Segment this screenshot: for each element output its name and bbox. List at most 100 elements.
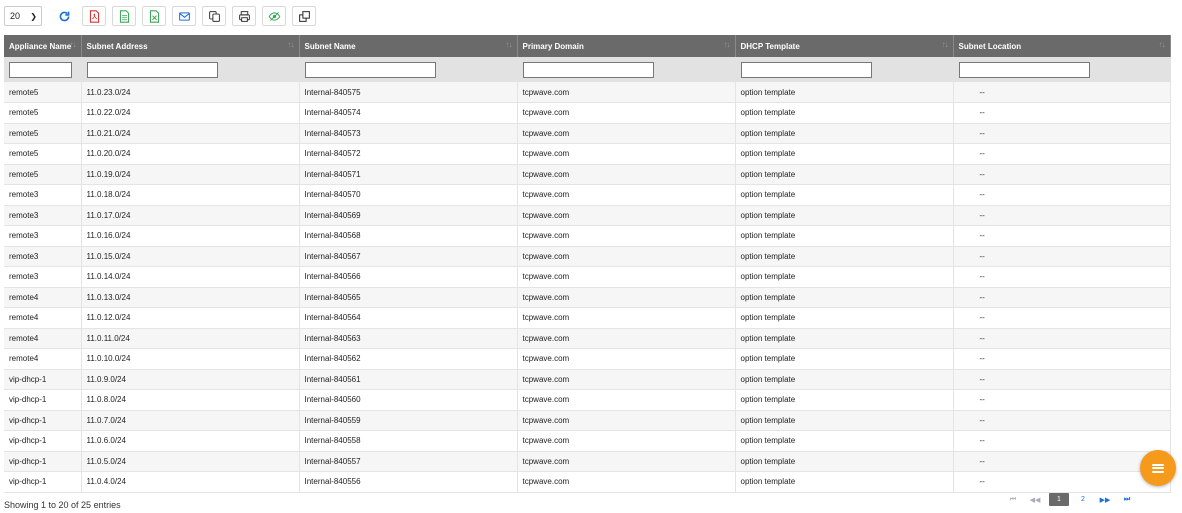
table-row[interactable]: vip-dhcp-1 11.0.7.0/24 Internal-840559 tcpw… (4, 410, 1171, 431)
cell-appliance-name: remote4 (4, 307, 82, 329)
previous-page-button[interactable]: ◀◀ (1027, 493, 1043, 506)
filter-primary-domain-input[interactable] (522, 61, 654, 78)
filter-appliance-name-input[interactable] (9, 61, 72, 78)
table-row[interactable]: remote4 11.0.12.0/24 Internal-840564 tcpwav… (4, 307, 1171, 329)
table-row[interactable]: remote3 11.0.17.0/24 Internal-840569 tcpwav… (4, 205, 1171, 226)
cell-primary-domain: tcpwave.com (517, 307, 736, 329)
table-row[interactable]: remote3 11.0.15.0/24 Internal-840567 tcpwav… (4, 246, 1171, 267)
cell-appliance-name: vip-dhcp-1 (4, 430, 82, 452)
cell-subnet-location: -- (953, 266, 1171, 288)
cell-primary-domain: tcpwave.com (517, 123, 736, 144)
cell-subnet-address: 11.0.5.0/24 (81, 451, 300, 472)
next-page-button[interactable]: ▶▶ (1097, 493, 1113, 506)
floating-menu-button[interactable] (1140, 450, 1176, 486)
filter-dhcp-template-input[interactable] (740, 61, 872, 78)
cell-primary-domain: tcpwave.com (517, 82, 736, 103)
visibility-icon (268, 11, 280, 21)
menu-icon (1152, 462, 1164, 474)
table-row[interactable]: vip-dhcp-1 11.0.5.0/24 Internal-840557 tcpw… (4, 451, 1171, 472)
column-header-appliance-name[interactable]: Appliance Name ↑↓ (4, 35, 82, 57)
page-size-select[interactable]: 20 ❯ (4, 6, 42, 26)
table-row[interactable]: remote5 11.0.19.0/24 Internal-840571 tcpwav… (4, 164, 1171, 185)
cell-subnet-address: 11.0.15.0/24 (81, 246, 300, 267)
cell-subnet-location: -- (953, 164, 1171, 185)
column-header-subnet-name[interactable]: Subnet Name ↑↓ (299, 35, 518, 57)
table-row[interactable]: remote4 11.0.10.0/24 Internal-840562 tcpwav… (4, 348, 1171, 370)
cell-subnet-location: -- (953, 246, 1171, 267)
cell-subnet-name: Internal-840562 (299, 348, 518, 370)
cell-dhcp-template: option template (735, 369, 954, 390)
column-visibility-button[interactable] (292, 6, 316, 26)
cell-primary-domain: tcpwave.com (517, 389, 736, 411)
table-row[interactable]: remote5 11.0.22.0/24 Internal-840574 tcpwav… (4, 102, 1171, 124)
cell-subnet-address: 11.0.7.0/24 (81, 410, 300, 431)
table-row[interactable]: remote3 11.0.18.0/24 Internal-840570 tcpwav… (4, 184, 1171, 206)
column-header-primary-domain[interactable]: Primary Domain ↑↓ (517, 35, 736, 57)
chevron-down-icon: ❯ (30, 11, 37, 21)
column-header-dhcp-template[interactable]: DHCP Template ↑↓ (735, 35, 954, 57)
cell-primary-domain: tcpwave.com (517, 205, 736, 226)
table-row[interactable]: remote5 11.0.23.0/24 Internal-840575 tcpwav… (4, 82, 1171, 103)
cell-subnet-name: Internal-840564 (299, 307, 518, 329)
print-button[interactable] (232, 6, 256, 26)
filter-subnet-name-input[interactable] (304, 61, 436, 78)
sort-icon: ↑↓ (723, 40, 731, 49)
table-row[interactable]: remote4 11.0.11.0/24 Internal-840563 tcpwav… (4, 328, 1171, 349)
cell-primary-domain: tcpwave.com (517, 410, 736, 431)
table-row[interactable]: remote3 11.0.16.0/24 Internal-840568 tcpwav… (4, 225, 1171, 247)
cell-subnet-location: -- (953, 451, 1171, 472)
table-body: remote5 11.0.23.0/24 Internal-840575 tcpwav… (4, 82, 1171, 493)
export-pdf-button[interactable] (82, 6, 106, 26)
cell-primary-domain: tcpwave.com (517, 451, 736, 472)
first-page-button[interactable]: ⏮ (1005, 493, 1021, 506)
pdf-icon (89, 9, 99, 23)
cell-subnet-name: Internal-840561 (299, 369, 518, 390)
cell-primary-domain: tcpwave.com (517, 287, 736, 308)
cell-appliance-name: remote3 (4, 225, 82, 247)
cell-dhcp-template: option template (735, 307, 954, 329)
cell-subnet-name: Internal-840556 (299, 471, 518, 493)
sort-icon: ↑↓ (1158, 40, 1166, 49)
cell-subnet-name: Internal-840573 (299, 123, 518, 144)
refresh-button[interactable] (52, 6, 76, 26)
cell-primary-domain: tcpwave.com (517, 430, 736, 452)
table-row[interactable]: vip-dhcp-1 11.0.6.0/24 Internal-840558 tcpw… (4, 430, 1171, 452)
table-row[interactable]: remote4 11.0.13.0/24 Internal-840565 tcpwav… (4, 287, 1171, 308)
cell-dhcp-template: option template (735, 389, 954, 411)
pagination: ⏮ ◀◀ 1 2 ▶▶ ⏭ (1005, 493, 1141, 506)
table-row[interactable]: vip-dhcp-1 11.0.8.0/24 Internal-840560 tcpw… (4, 389, 1171, 411)
table-row[interactable]: vip-dhcp-1 11.0.4.0/24 Internal-840556 tcpw… (4, 471, 1171, 493)
cell-subnet-name: Internal-840572 (299, 143, 518, 165)
table-row[interactable]: remote5 11.0.20.0/24 Internal-840572 tcpwav… (4, 143, 1171, 165)
table-row[interactable]: remote3 11.0.14.0/24 Internal-840566 tcpwav… (4, 266, 1171, 288)
table-row[interactable]: remote5 11.0.21.0/24 Internal-840573 tcpwav… (4, 123, 1171, 144)
export-csv-button[interactable] (112, 6, 136, 26)
email-button[interactable] (172, 6, 196, 26)
table-row[interactable]: vip-dhcp-1 11.0.9.0/24 Internal-840561 tcpw… (4, 369, 1171, 390)
page-2-button[interactable]: 2 (1075, 493, 1091, 506)
cell-subnet-address: 11.0.23.0/24 (81, 82, 300, 103)
print-icon (238, 10, 250, 22)
cell-dhcp-template: option template (735, 348, 954, 370)
cell-dhcp-template: option template (735, 246, 954, 267)
page-1-button[interactable]: 1 (1049, 493, 1069, 506)
filter-subnet-address-input[interactable] (86, 61, 218, 78)
export-excel-button[interactable] (142, 6, 166, 26)
cell-subnet-address: 11.0.8.0/24 (81, 389, 300, 411)
cell-subnet-location: -- (953, 225, 1171, 247)
cell-subnet-address: 11.0.22.0/24 (81, 102, 300, 124)
cell-subnet-address: 11.0.10.0/24 (81, 348, 300, 370)
email-icon (178, 11, 190, 21)
filter-subnet-location-input[interactable] (958, 61, 1090, 78)
sort-icon: ↑↓ (505, 40, 513, 49)
toggle-visibility-button[interactable] (262, 6, 286, 26)
column-header-subnet-location[interactable]: Subnet Location ↑↓ (953, 35, 1171, 57)
cell-subnet-location: -- (953, 82, 1171, 103)
copy-button[interactable] (202, 6, 226, 26)
cell-subnet-address: 11.0.13.0/24 (81, 287, 300, 308)
cell-subnet-location: -- (953, 430, 1171, 452)
column-header-subnet-address[interactable]: Subnet Address ↑↓ (81, 35, 300, 57)
cell-primary-domain: tcpwave.com (517, 369, 736, 390)
cell-appliance-name: remote5 (4, 143, 82, 165)
last-page-button[interactable]: ⏭ (1119, 493, 1135, 506)
